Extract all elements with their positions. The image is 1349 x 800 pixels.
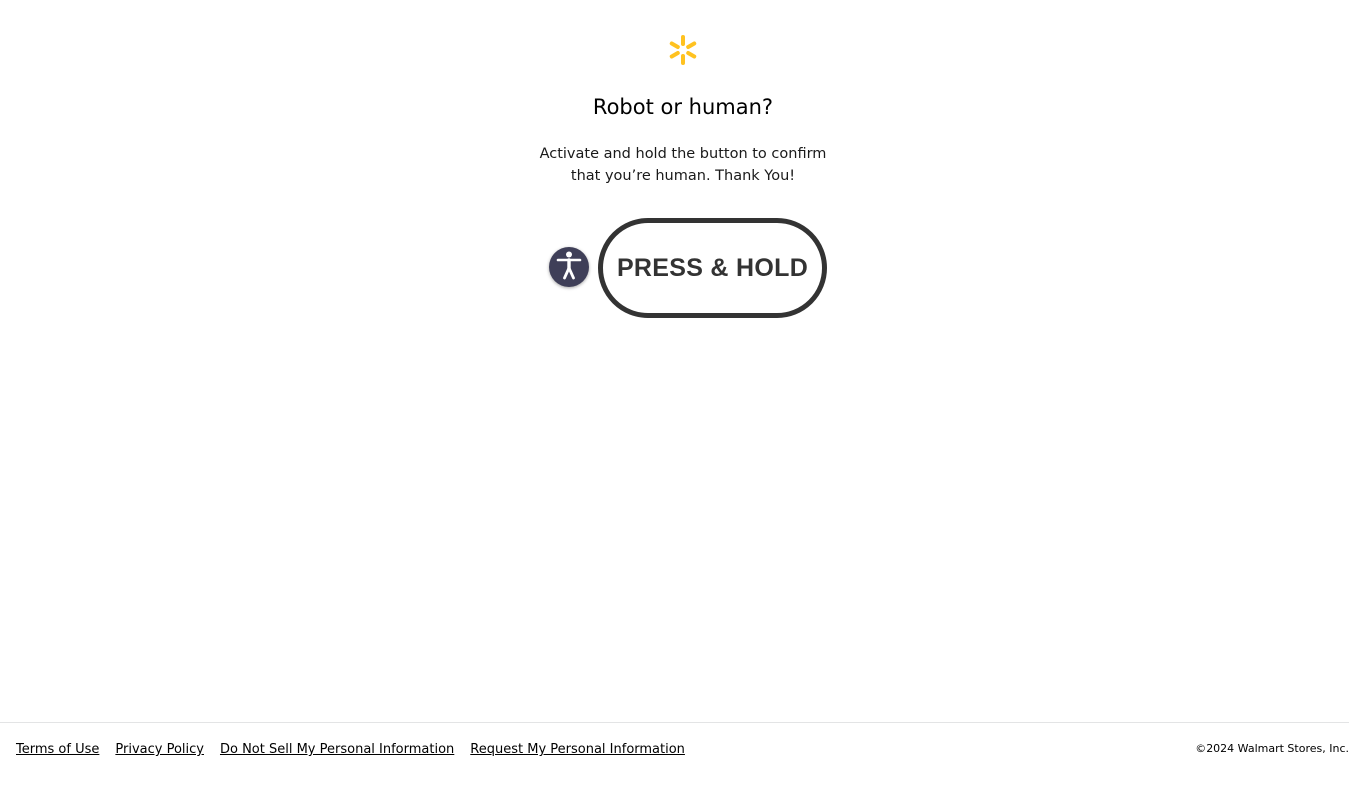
copyright-text: ©2024 Walmart Stores, Inc. xyxy=(1195,742,1349,755)
request-personal-info-link[interactable]: Request My Personal Information xyxy=(470,742,685,757)
terms-of-use-link[interactable]: Terms of Use xyxy=(16,742,99,757)
footer-links: Terms of Use Privacy Policy Do Not Sell … xyxy=(16,742,701,757)
do-not-sell-link[interactable]: Do Not Sell My Personal Information xyxy=(220,742,454,757)
footer: Terms of Use Privacy Policy Do Not Sell … xyxy=(0,722,1349,800)
page-title: Robot or human? xyxy=(592,95,774,119)
press-and-hold-button[interactable]: PRESS & HOLD xyxy=(598,218,827,318)
privacy-policy-link[interactable]: Privacy Policy xyxy=(115,742,204,757)
press-and-hold-label: PRESS & HOLD xyxy=(616,253,809,282)
accessibility-button[interactable] xyxy=(549,247,589,287)
page-subtitle: Activate and hold the button to confirm … xyxy=(539,146,827,184)
page: Robot or human? Activate and hold the bu… xyxy=(0,0,1349,800)
walmart-spark-icon xyxy=(667,34,699,66)
accessibility-icon xyxy=(556,250,582,284)
